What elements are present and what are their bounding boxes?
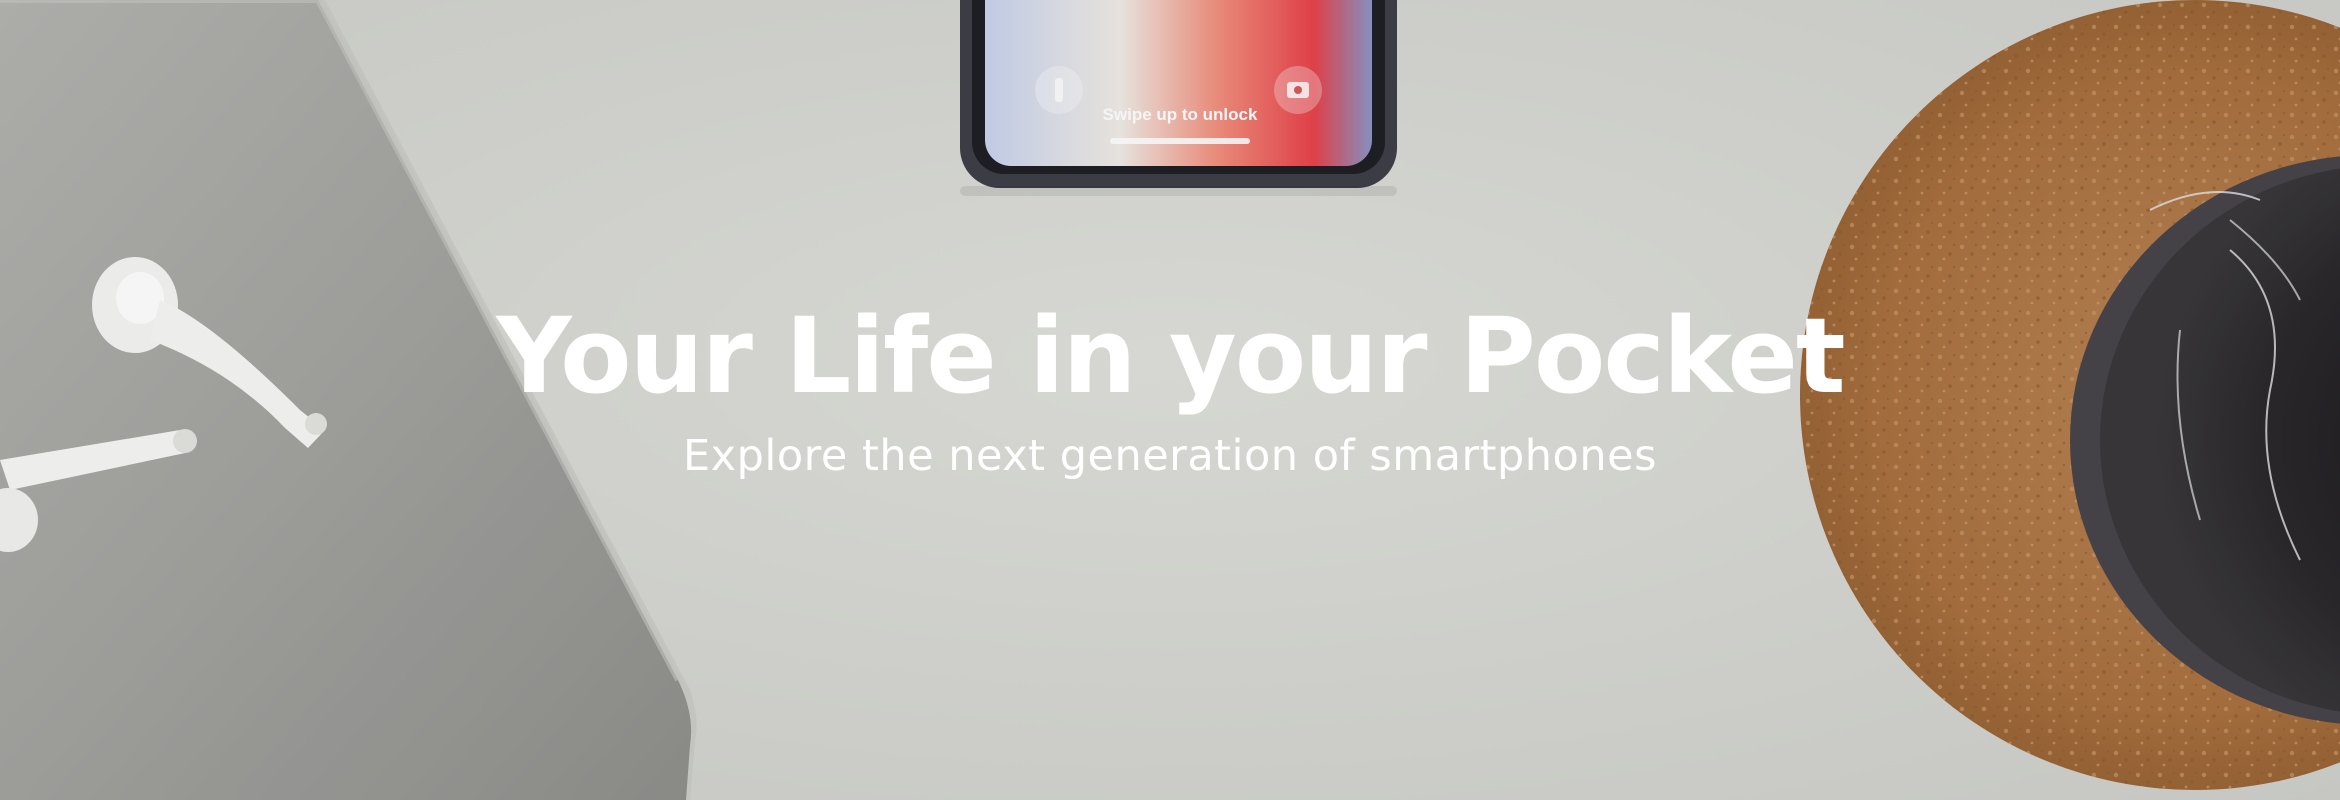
hero-subtitle: Explore the next generation of smartphon… [683, 431, 1657, 481]
hero-title: Your Life in your Pocket [496, 295, 1845, 417]
hero-banner: Swipe up to unlock Your Life in your Poc… [0, 0, 2340, 800]
hero-text-block: Your Life in your Pocket Explore the nex… [0, 296, 2340, 482]
